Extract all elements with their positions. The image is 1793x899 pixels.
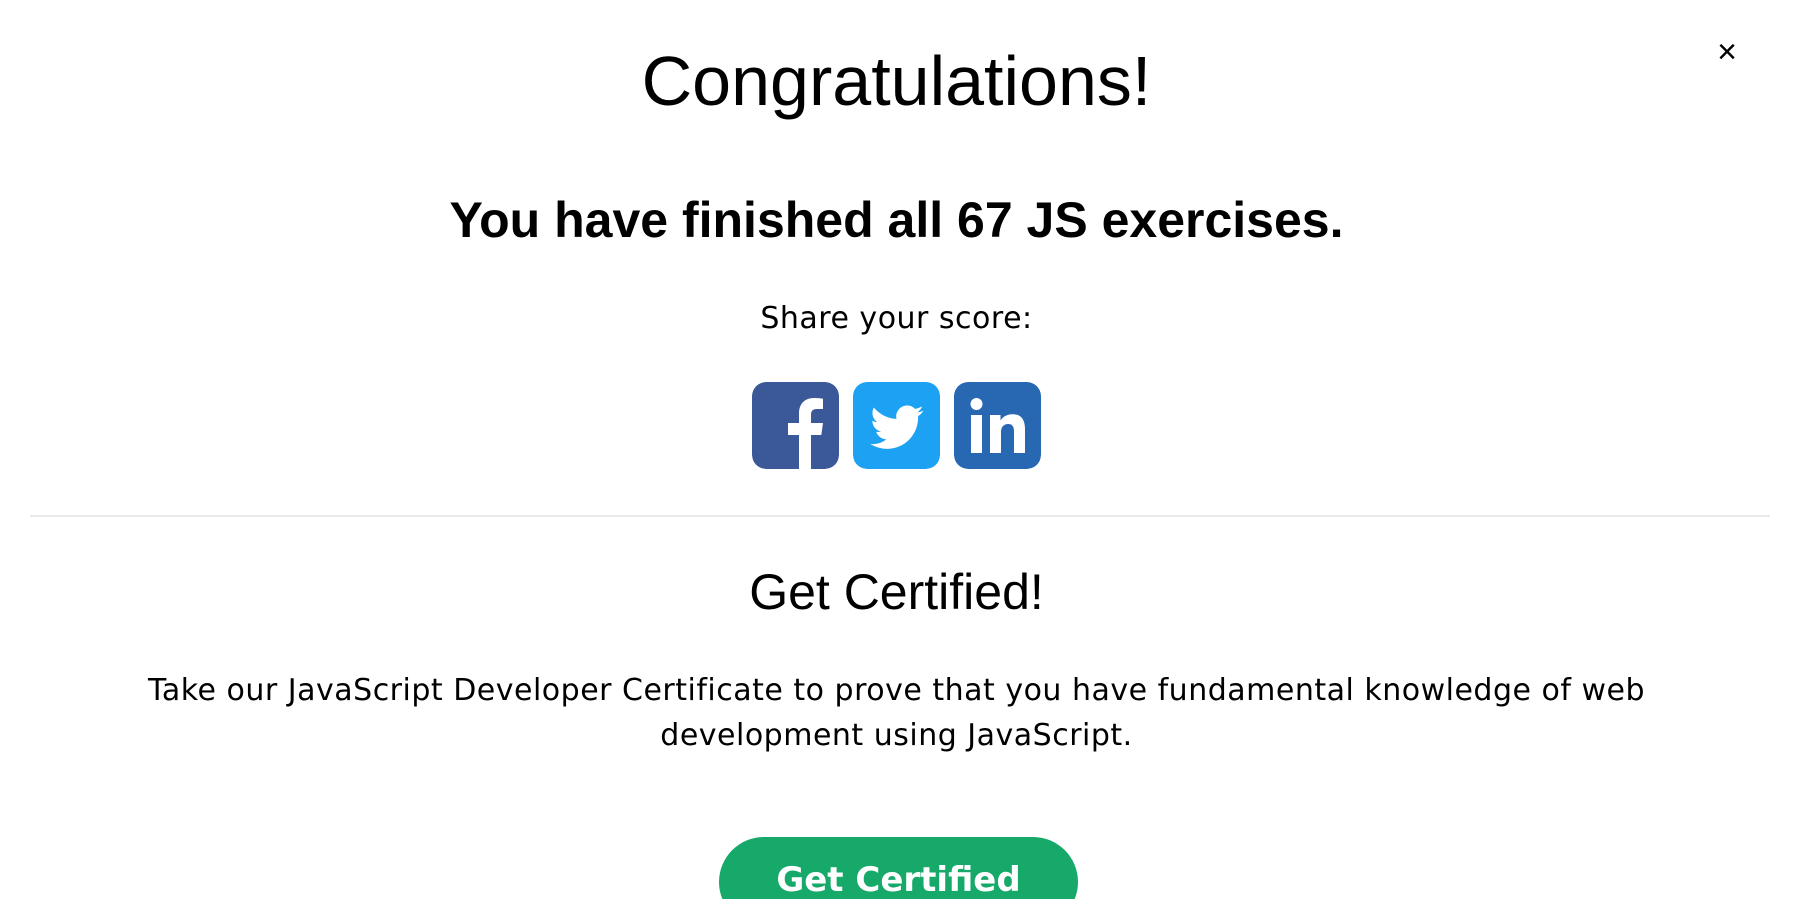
certificate-title: Get Certified!	[749, 564, 1044, 620]
modal-title: Congratulations!	[641, 42, 1152, 120]
finished-message: You have finished all 67 JS exercises.	[449, 192, 1344, 248]
share-buttons	[0, 382, 1793, 469]
twitter-icon[interactable]	[853, 382, 940, 469]
share-score-label: Share your score:	[760, 301, 1033, 336]
facebook-icon[interactable]	[752, 382, 839, 469]
section-divider	[30, 515, 1770, 517]
linkedin-icon[interactable]	[954, 382, 1041, 469]
certificate-description: Take our JavaScript Developer Certificat…	[148, 673, 1645, 753]
congratulations-modal: × Congratulations! You have finished all…	[0, 0, 1793, 899]
get-certified-button[interactable]: Get Certified Now!	[719, 837, 1078, 899]
